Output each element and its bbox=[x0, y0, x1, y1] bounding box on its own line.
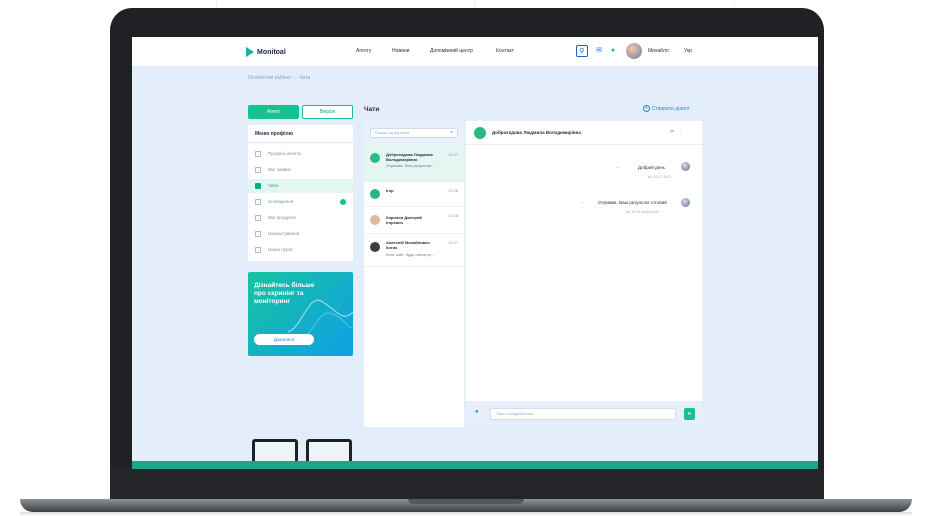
logo-text: Monitoal bbox=[257, 48, 286, 56]
laptop-shadow bbox=[20, 512, 912, 516]
divider bbox=[248, 142, 353, 143]
sidebar-item-chats[interactable]: Чати bbox=[248, 179, 353, 193]
attach-icon[interactable]: ● bbox=[475, 409, 479, 415]
sidebar-item-label: Наша група bbox=[268, 247, 293, 252]
list-icon bbox=[255, 167, 261, 173]
sidebar-item-requests[interactable]: Мої заявки bbox=[248, 163, 353, 177]
chat-name: Ігор bbox=[386, 188, 394, 193]
nav-link-help-center[interactable]: Допоміжний центр bbox=[430, 48, 473, 54]
bell-icon[interactable]: ● bbox=[607, 45, 619, 57]
search-icon[interactable]: ⚲ bbox=[576, 45, 588, 57]
breadcrumb: Особистий кабінет → Чати bbox=[248, 75, 311, 81]
sidebar-item-label: Профіль агента bbox=[268, 151, 301, 156]
search-placeholder: Пошук серед чатів bbox=[375, 130, 410, 135]
sidebar-item-label: Сповіщення bbox=[268, 199, 294, 204]
send-icon: ➤ bbox=[687, 411, 692, 417]
promo-button[interactable]: Дізнатися bbox=[254, 334, 314, 345]
translate-icon[interactable]: ⇄ bbox=[670, 129, 678, 135]
chat-list: Пошук серед чатів × Доброходова Людмила … bbox=[364, 121, 464, 427]
chat-time: 10:27 bbox=[448, 240, 459, 245]
laptop-notch bbox=[408, 499, 524, 504]
avatar bbox=[370, 153, 380, 163]
chat-search-bar: Пошук серед чатів × bbox=[364, 121, 464, 145]
nav-link-contacts[interactable]: Контакт bbox=[496, 48, 514, 54]
avatar bbox=[370, 189, 380, 199]
sidebar-item-agent-profile[interactable]: Профіль агента bbox=[248, 147, 353, 161]
conversation-header: Доброходова Людмила Володимирівна ⇄⋮ bbox=[466, 121, 702, 145]
user-avatar[interactable] bbox=[626, 43, 642, 59]
chat-list-item[interactable]: Анатолій Михайлович Котик 10:27 Котя хай… bbox=[364, 234, 464, 266]
chat-name: Анатолій Михайлович Котик bbox=[386, 240, 430, 250]
group-icon bbox=[255, 247, 261, 253]
logo-play-icon bbox=[246, 47, 254, 57]
sidebar-item-label: Чати bbox=[268, 183, 278, 188]
sidebar-item-notifications[interactable]: Сповіщення bbox=[248, 195, 353, 209]
chat-time: 10:28 bbox=[448, 213, 459, 218]
chat-preview: Отримав. Ваш результат… bbox=[386, 163, 436, 168]
sidebar-item-group[interactable]: Наша група bbox=[248, 243, 353, 257]
message-bubble: Отримав. Ваш результат готовий bbox=[598, 200, 667, 205]
avatar bbox=[681, 162, 690, 171]
settings-icon bbox=[255, 231, 261, 237]
page-title: Чати bbox=[364, 106, 380, 113]
app-screen: Monitoal Агенту Новини Допоміжний центр … bbox=[132, 37, 818, 469]
message-bubble: Добрий день bbox=[638, 165, 665, 170]
avatar bbox=[681, 198, 690, 207]
laptop-bezel bbox=[110, 469, 824, 499]
sidebar-item-products[interactable]: Мої продукти bbox=[248, 211, 353, 225]
footer-bar bbox=[132, 461, 818, 469]
chat-search-input[interactable]: Пошук серед чатів × bbox=[370, 128, 458, 138]
message-status-icon: — bbox=[580, 200, 584, 204]
plus-icon[interactable]: + bbox=[643, 105, 650, 112]
chat-list-item[interactable]: Кирилов Дмитрий Ігоревич 10:28 bbox=[364, 207, 464, 233]
message-placeholder: Текст повідомлення bbox=[496, 411, 534, 416]
conversation-name: Доброходова Людмила Володимирівна bbox=[492, 130, 581, 135]
message-time: вч, 10:27 2023 bbox=[648, 175, 671, 179]
chat-preview: Котя хайт, будь ласка пр… bbox=[386, 252, 436, 257]
top-header: Monitoal Агенту Новини Допоміжний центр … bbox=[132, 37, 818, 67]
agent-button[interactable]: Агент bbox=[248, 105, 299, 119]
laptop-mockup: Monitoal Агенту Новини Допоміжний центр … bbox=[0, 0, 932, 516]
mail-icon[interactable]: ✉ bbox=[593, 45, 605, 57]
close-icon[interactable]: × bbox=[450, 129, 453, 137]
more-icon[interactable]: ⋮ bbox=[678, 129, 687, 135]
avatar bbox=[474, 127, 486, 139]
bell-icon bbox=[255, 199, 261, 205]
message-composer: ● Текст повідомлення ➤ bbox=[466, 401, 702, 427]
message-time: вч, 10:35 вчора 2023 bbox=[626, 210, 660, 214]
menu-title: Меню профілю bbox=[255, 131, 293, 137]
language-select[interactable]: Укр bbox=[684, 48, 692, 54]
box-icon bbox=[255, 215, 261, 221]
promo-text: Дізнайтесь більше про скринінг та моніто… bbox=[254, 282, 315, 305]
chat-name: Доброходова Людмила Володимирівна bbox=[386, 152, 433, 162]
sidebar-item-label: Мої продукти bbox=[268, 215, 296, 220]
profile-icon bbox=[255, 151, 261, 157]
profile-menu: Меню профілю Профіль агента Мої заявки Ч… bbox=[248, 125, 353, 261]
conversation-panel: Доброходова Людмила Володимирівна ⇄⋮ — Д… bbox=[466, 121, 702, 427]
nav-link-news[interactable]: Новини bbox=[392, 48, 409, 54]
conversation-actions[interactable]: ⇄⋮ bbox=[670, 129, 687, 135]
send-button[interactable]: ➤ bbox=[684, 408, 695, 420]
sidebar-item-settings[interactable]: Налаштування bbox=[248, 227, 353, 241]
version-button[interactable]: Версія bbox=[302, 105, 353, 119]
chat-name: Кирилов Дмитрий Ігоревич bbox=[386, 215, 422, 225]
user-name[interactable]: Михайло bbox=[648, 48, 669, 54]
notification-dot bbox=[340, 199, 346, 205]
chat-list-item[interactable]: Ігор 10:28 bbox=[364, 182, 464, 206]
sidebar-item-label: Мої заявки bbox=[268, 167, 291, 172]
message-status-icon: — bbox=[616, 165, 620, 169]
nav-link-agents[interactable]: Агенту bbox=[356, 48, 371, 54]
divider bbox=[364, 266, 464, 267]
chat-time: 10:37 bbox=[448, 152, 459, 157]
logo[interactable]: Monitoal bbox=[246, 47, 286, 57]
avatar bbox=[370, 242, 380, 252]
create-dialog-link[interactable]: Створити діалог bbox=[652, 106, 690, 112]
message-input[interactable]: Текст повідомлення bbox=[490, 408, 676, 420]
promo-banner: Дізнайтесь більше про скринінг та моніто… bbox=[248, 272, 353, 356]
chat-list-item[interactable]: Доброходова Людмила Володимирівна 10:37 … bbox=[364, 145, 464, 181]
chat-icon bbox=[255, 183, 261, 189]
chat-time: 10:28 bbox=[448, 188, 459, 193]
avatar bbox=[370, 215, 380, 225]
sidebar-item-label: Налаштування bbox=[268, 231, 300, 236]
